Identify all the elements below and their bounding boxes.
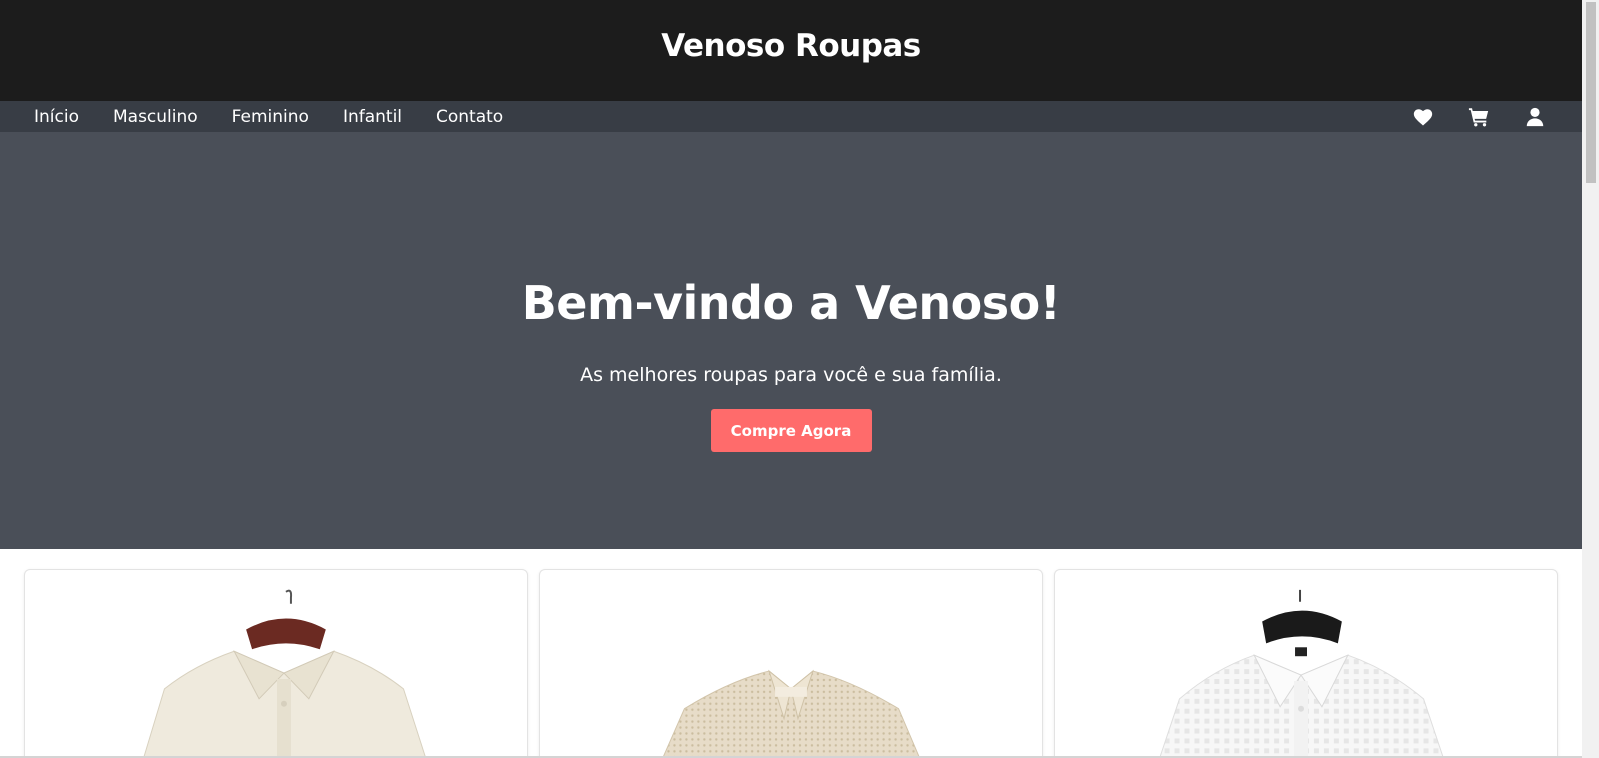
heart-icon[interactable] bbox=[1412, 106, 1434, 128]
scrollbar-thumb[interactable] bbox=[1586, 2, 1596, 183]
vertical-scrollbar[interactable] bbox=[1582, 0, 1599, 758]
main-navbar: Início Masculino Feminino Infantil Conta… bbox=[0, 101, 1582, 132]
user-icon[interactable] bbox=[1524, 106, 1546, 128]
nav-link-feminino[interactable]: Feminino bbox=[232, 107, 309, 127]
product-image-white-checked-shirt bbox=[1159, 589, 1444, 758]
nav-link-inicio[interactable]: Início bbox=[34, 107, 79, 127]
product-card[interactable] bbox=[24, 569, 528, 758]
product-image-beige-crochet-polo bbox=[662, 669, 921, 758]
shop-now-button[interactable]: Compre Agora bbox=[710, 409, 872, 452]
nav-link-masculino[interactable]: Masculino bbox=[113, 107, 198, 127]
nav-icons bbox=[1412, 106, 1548, 128]
hero-subtitle: As melhores roupas para você e sua famíl… bbox=[580, 364, 1002, 386]
hero-title: Bem-vindo a Venoso! bbox=[521, 276, 1061, 330]
nav-links: Início Masculino Feminino Infantil Conta… bbox=[34, 107, 503, 127]
site-header: Venoso Roupas bbox=[0, 0, 1582, 101]
hero-banner: Bem-vindo a Venoso! As melhores roupas p… bbox=[0, 132, 1582, 549]
product-grid bbox=[0, 549, 1582, 758]
product-image-cream-polo bbox=[143, 589, 427, 758]
product-card[interactable] bbox=[539, 569, 1043, 758]
site-title: Venoso Roupas bbox=[661, 27, 921, 64]
cart-icon[interactable] bbox=[1468, 106, 1490, 128]
nav-link-infantil[interactable]: Infantil bbox=[343, 107, 402, 127]
page: Venoso Roupas Início Masculino Feminino … bbox=[0, 0, 1599, 758]
nav-link-contato[interactable]: Contato bbox=[436, 107, 503, 127]
product-card[interactable] bbox=[1054, 569, 1558, 758]
